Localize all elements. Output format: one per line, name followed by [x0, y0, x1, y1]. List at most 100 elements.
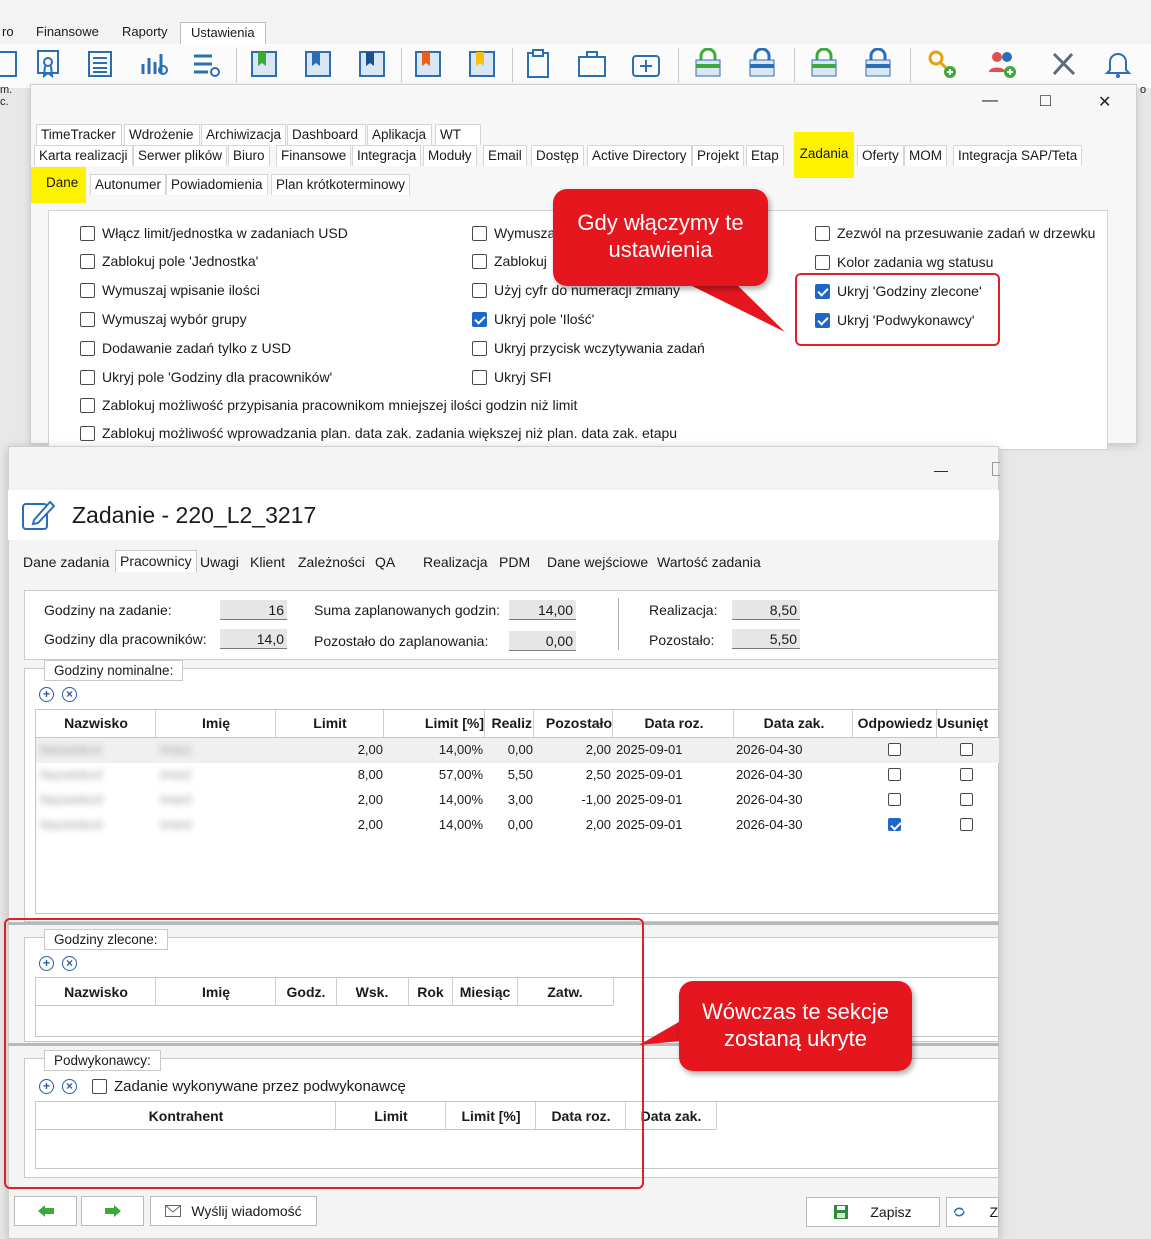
lock-green-icon[interactable] — [808, 48, 840, 80]
checkbox-dodawanie-zadan-tylko-z-usd[interactable] — [80, 340, 95, 356]
task-tab-wartosc-zadania[interactable]: Wartość zadania — [653, 552, 765, 572]
checkbox-zablokuj-pole-jednostka[interactable] — [80, 253, 95, 269]
settings-tab-aplikacja[interactable]: Aplikacja — [367, 124, 432, 145]
settings-tab-wt[interactable]: WT — [435, 124, 481, 145]
bookmark-darkblue-icon[interactable] — [356, 48, 388, 80]
settings-subtab-powiadomienia[interactable]: Powiadomienia — [166, 174, 268, 195]
setting-wymuszaj-wpisanie-ilosci[interactable]: Wymuszaj wpisanie ilości — [80, 282, 260, 298]
hours-task-value[interactable]: 16 — [220, 600, 287, 620]
responsible-checkbox[interactable] — [888, 743, 901, 756]
remove-row-icon[interactable]: × — [62, 687, 77, 702]
deleted-checkbox[interactable] — [960, 743, 973, 756]
column-header-imie[interactable]: Imię — [156, 715, 276, 731]
column-header-pozosta-o[interactable]: Pozostało — [534, 715, 612, 731]
settings-tab-serwer-plikow[interactable]: Serwer plików — [133, 145, 228, 166]
bell-icon[interactable] — [1102, 48, 1134, 80]
setting-wymuszaj-wybor-grupy[interactable]: Wymuszaj wybór grupy — [80, 311, 247, 327]
setting-zablokuj[interactable]: Zablokuj — [472, 253, 547, 269]
column-header-limit[interactable]: Limit — [276, 715, 384, 731]
ribbon-tab-raporty[interactable]: Raporty — [112, 22, 178, 44]
ribbon-tab-finansowe[interactable]: Finansowe — [26, 22, 109, 44]
column-header-realiz[interactable]: Realiz — [484, 715, 532, 731]
settings-tab-projekt[interactable]: Projekt — [692, 145, 745, 166]
checkbox-kolor-zadania-wg-statusu[interactable] — [815, 254, 830, 270]
task-tab-qa[interactable]: QA — [371, 552, 399, 572]
task-maximize-button[interactable] — [992, 462, 1000, 476]
responsible-checkbox[interactable] — [888, 818, 901, 831]
column-header-data-zak[interactable]: Data zak. — [734, 715, 854, 731]
settings-tab-modu-y[interactable]: Moduły — [423, 145, 477, 166]
certificate-icon[interactable] — [32, 48, 64, 80]
column-header-nazwisko[interactable]: Nazwisko — [36, 715, 156, 731]
task-minimize-button[interactable]: — — [934, 462, 948, 478]
checkbox-uzyj-cyfr-do-numeracji-zmiany[interactable] — [472, 282, 487, 298]
setting-zablokuj-mozliwosc-przypisania-pracownikom-mniejszej-ilosci-godzin-niz-limit[interactable]: Zablokuj możliwość przypisania pracownik… — [80, 397, 577, 413]
setting-zablokuj-mozliwosc-wprowadzania-plan-data-zak-zadania-wiekszej-niz-plan-data-zak-etapu[interactable]: Zablokuj możliwość wprowadzania plan. da… — [80, 425, 677, 441]
settings-tab-archiwizacja[interactable]: Archiwizacja — [201, 124, 286, 145]
checkbox-zezwol-na-przesuwanie-zadan-w-drzewku[interactable] — [815, 225, 830, 241]
bookmark-blue-icon[interactable] — [302, 48, 334, 80]
checkbox-wymuszaj-wybor-grupy[interactable] — [80, 311, 95, 327]
settings-tab-mom[interactable]: MOM — [904, 145, 947, 166]
clipboard-icon[interactable] — [522, 48, 554, 80]
setting-kolor-zadania-wg-statusu[interactable]: Kolor zadania wg statusu — [815, 254, 993, 270]
task-tab-klient[interactable]: Klient — [246, 552, 289, 572]
task-tab-pdm[interactable]: PDM — [495, 552, 534, 572]
settings-subtab-dane[interactable]: Dane — [31, 167, 86, 203]
settings-tab-etap[interactable]: Etap — [746, 145, 784, 166]
bookmark-yellow-icon[interactable] — [466, 48, 498, 80]
setting-w-acz-limit-jednostka-w-zadaniach-usd[interactable]: Włącz limit/jednostka w zadaniach USD — [80, 225, 348, 241]
settings-tab-integracja[interactable]: Integracja — [352, 145, 422, 166]
settings-tab-biuro[interactable]: Biuro — [228, 145, 270, 166]
send-message-button[interactable]: Wyślij wiadomość — [150, 1196, 317, 1226]
deleted-checkbox[interactable] — [960, 818, 973, 831]
settings-subtab-autonumer[interactable]: Autonumer — [90, 174, 167, 195]
task-tab-dane-wejsciowe[interactable]: Dane wejściowe — [543, 552, 652, 572]
settings-tab-wdrozenie[interactable]: Wdrożenie — [124, 124, 200, 145]
save-button[interactable]: Zapisz — [806, 1197, 940, 1227]
checkbox-zablokuj-mozliwosc-przypisania-pracownikom-mniejszej-ilosci-godzin-niz-limit[interactable] — [80, 397, 95, 413]
refresh-button[interactable]: Z — [946, 1197, 999, 1227]
settings-tab-zadania[interactable]: Zadania — [794, 132, 854, 178]
deleted-checkbox[interactable] — [960, 793, 973, 806]
settings-tab-dashboard[interactable]: Dashboard — [287, 124, 366, 145]
setting-wymusza[interactable]: Wymusza — [472, 225, 555, 241]
task-tab-zaleznosci[interactable]: Zależności — [294, 552, 369, 572]
invoice-icon[interactable] — [84, 48, 116, 80]
setting-ukryj-pole-godziny-dla-pracownikow[interactable]: Ukryj pole 'Godziny dla pracowników' — [80, 369, 332, 385]
ribbon-tab-partial[interactable]: ro — [0, 22, 16, 44]
setting-ukryj-pole-ilosc[interactable]: Ukryj pole 'Ilość' — [472, 311, 594, 327]
column-header-data-roz[interactable]: Data roz. — [614, 715, 734, 731]
settings-tab-email[interactable]: Email — [483, 145, 527, 166]
settings-tab-integracja-sap-teta[interactable]: Integracja SAP/Teta — [953, 145, 1083, 166]
responsible-checkbox[interactable] — [888, 768, 901, 781]
checkbox-zablokuj[interactable] — [472, 253, 487, 269]
setting-ukryj-sfi[interactable]: Ukryj SFI — [472, 369, 552, 385]
column-header-usuniet[interactable]: Usunięt — [937, 715, 999, 731]
lock-green-icon[interactable] — [692, 48, 724, 80]
setting-zablokuj-pole-jednostka[interactable]: Zablokuj pole 'Jednostka' — [80, 253, 258, 269]
close-button[interactable]: ✕ — [1098, 92, 1111, 112]
checkbox-zablokuj-mozliwosc-wprowadzania-plan-data-zak-zadania-wiekszej-niz-plan-data-zak-etapu[interactable] — [80, 425, 95, 441]
settings-tab-karta-realizacji[interactable]: Karta realizacji — [34, 145, 133, 166]
column-header-odpowiedz[interactable]: Odpowiedz — [853, 715, 937, 731]
settings-tab-active-directory[interactable]: Active Directory — [587, 145, 692, 166]
settings-tab-finansowe[interactable]: Finansowe — [276, 145, 352, 166]
task-tab-uwagi[interactable]: Uwagi — [196, 552, 243, 572]
briefcase-icon[interactable] — [576, 48, 608, 80]
ribbon-tab-ustawienia[interactable]: Ustawienia — [180, 22, 266, 44]
back-button[interactable] — [14, 1196, 77, 1226]
users-add-icon[interactable] — [986, 48, 1018, 80]
task-tab-pracownicy[interactable]: Pracownicy — [115, 550, 197, 572]
responsible-checkbox[interactable] — [888, 793, 901, 806]
setting-ukryj-przycisk-wczytywania-zadan[interactable]: Ukryj przycisk wczytywania zadań — [472, 340, 705, 356]
forward-button[interactable] — [81, 1196, 144, 1226]
column-header-limit[interactable]: Limit [%] — [384, 715, 484, 731]
checkbox-ukryj-przycisk-wczytywania-zadan[interactable] — [472, 340, 487, 356]
checkbox-ukryj-pole-ilosc[interactable] — [472, 311, 487, 327]
add-row-icon[interactable]: + — [39, 687, 54, 702]
bookmark-orange-icon[interactable] — [412, 48, 444, 80]
medical-kit-icon[interactable] — [630, 48, 662, 80]
chart-settings-icon[interactable] — [138, 48, 170, 80]
bookmark-green-icon[interactable] — [248, 48, 280, 80]
